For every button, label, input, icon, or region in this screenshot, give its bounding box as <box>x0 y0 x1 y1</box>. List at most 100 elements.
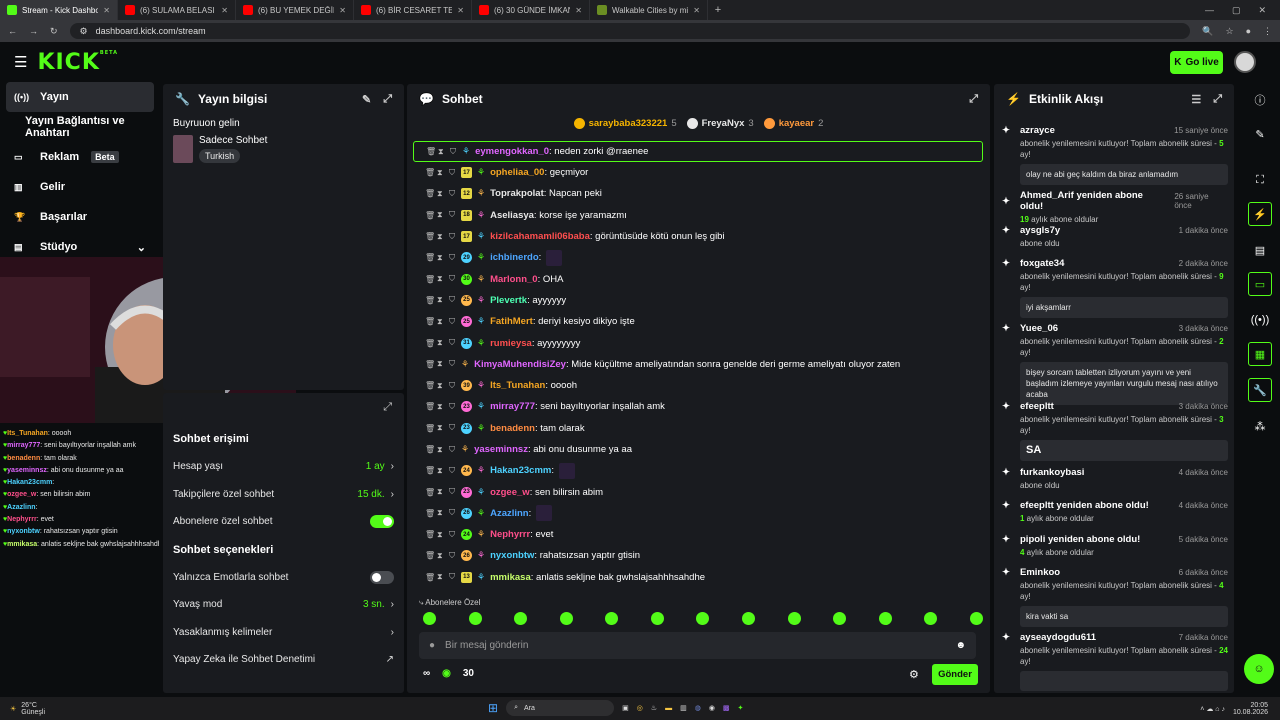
filter-icon[interactable]: ☰ <box>1191 93 1201 106</box>
emote-icon[interactable] <box>969 612 983 625</box>
ban-icon[interactable]: ⛉ <box>449 210 456 220</box>
nav-item-4[interactable]: 🏆 Başarılar <box>0 202 160 232</box>
delete-icon[interactable]: 🗑 <box>425 402 435 411</box>
emote-icon[interactable] <box>924 612 938 625</box>
chat-username[interactable]: mirray777 <box>490 401 535 412</box>
chat-username[interactable]: Its_Tunahan <box>490 380 545 391</box>
delete-icon[interactable]: 🗑 <box>425 253 435 262</box>
ban-icon[interactable]: ⛉ <box>450 147 457 157</box>
chat-message[interactable]: 🗑 ⧗ ⛉ 26 ⚘ nyxonbtw: rahatsızsan yaptır gtisi… <box>413 545 983 566</box>
delete-icon[interactable]: 🗑 <box>426 147 436 156</box>
tab-close-icon[interactable]: ✕ <box>339 6 346 15</box>
discord-icon[interactable]: ◍ <box>695 704 701 712</box>
chat-message[interactable]: 🗑 ⧗ ⛉ 23 ⚘ ozgee_w: sen bilirsin abim <box>413 481 983 502</box>
browser-tab[interactable]: (6) BU YEMEK DEĞİL ADETA ŞÖ ✕ <box>236 0 354 20</box>
setting-row[interactable]: Yapay Zeka ile Sohbet Denetimi ↗ <box>163 646 404 674</box>
delete-icon[interactable]: 🗑 <box>425 275 435 284</box>
chat-username[interactable]: Marlonn_0 <box>490 274 538 285</box>
hamburger-menu-icon[interactable]: ☰ <box>14 53 27 71</box>
chat-message[interactable]: 🗑 ⧗ ⛉ 23 ⚘ benadenn: tam olarak <box>413 418 983 439</box>
chat-username[interactable]: Azazlinn <box>490 508 529 519</box>
setting-row[interactable]: Hesap yaşı 1 ay › <box>163 453 404 481</box>
browser-tab[interactable]: (6) BİR CESARET TESTİ NASIL Fİ ✕ <box>354 0 472 20</box>
settings-gear-icon[interactable]: ⚙ <box>909 668 919 681</box>
popout-icon[interactable]: ⤢ <box>383 401 392 414</box>
ban-icon[interactable]: ⛉ <box>449 253 456 263</box>
chat-username[interactable]: Hakan23cmm <box>490 465 551 476</box>
delete-icon[interactable]: 🗑 <box>425 445 435 454</box>
chat-username[interactable]: mmikasa <box>490 572 531 583</box>
emoji-icon[interactable]: ☻ <box>955 640 966 651</box>
chat-message[interactable]: 🗑 ⧗ ⛉ 24 ⚘ Nephyrrr: evet <box>413 524 983 545</box>
timeout-icon[interactable]: ⧗ <box>437 551 444 561</box>
obs-icon[interactable]: ◉ <box>709 704 715 712</box>
timeout-icon[interactable]: ⧗ <box>437 210 444 220</box>
windows-start-icon[interactable]: ⊞ <box>488 701 498 715</box>
chat-username[interactable]: Plevertk <box>490 295 527 306</box>
chat-message[interactable]: 🗑 ⧗ ⛉ 12 ⚘ Toprakpolat: Napcan peki <box>413 183 983 204</box>
crop-icon[interactable]: ⛶ <box>1248 168 1272 192</box>
chat-message[interactable]: 🗑 ⧗ ⛉ 17 ⚘ opheliaa_00: geçmiyor <box>413 162 983 183</box>
setting-row[interactable]: Takipçilere özel sohbet 15 dk. › <box>163 481 404 509</box>
timeout-icon[interactable]: ⧗ <box>437 338 444 348</box>
tab-close-icon[interactable]: ✕ <box>457 6 464 15</box>
activity-item[interactable]: ✦ ayseaydogdu611 7 dakika önce abonelik yen… <box>1002 632 1228 691</box>
nav-item-1[interactable]: Yayın Bağlantısı ve Anahtarı <box>0 112 160 142</box>
timeout-icon[interactable]: ⧗ <box>437 572 444 582</box>
delete-icon[interactable]: 🗑 <box>425 232 435 241</box>
nav-item-0[interactable]: ((•)) Yayın <box>6 82 154 112</box>
chat-username[interactable]: ichbinerdo <box>490 252 539 263</box>
kick-app-icon[interactable]: ✦ <box>738 704 744 712</box>
ban-icon[interactable]: ⛉ <box>449 232 456 242</box>
chat-message[interactable]: 🗑 ⧗ ⛉ 18 ⚘ Aseliasya: korse işe yaramazmı <box>413 205 983 226</box>
forward-icon[interactable]: → <box>29 26 38 36</box>
tab-close-icon[interactable]: ✕ <box>103 6 110 15</box>
toggle-switch[interactable] <box>370 515 394 529</box>
timeout-icon[interactable]: ⧗ <box>437 402 444 412</box>
timeout-icon[interactable]: ⧗ <box>437 508 444 518</box>
gifter-chip[interactable]: kayaear 2 <box>763 118 823 129</box>
toggle-switch[interactable] <box>370 570 394 584</box>
chat-message[interactable]: 🗑 ⧗ ⛉ 17 ⚘ kizilcahamamli06baba: görüntüsüde … <box>413 226 983 247</box>
delete-icon[interactable]: 🗑 <box>425 573 435 582</box>
ban-icon[interactable]: ⛉ <box>449 423 456 433</box>
tab-close-icon[interactable]: ✕ <box>575 6 582 15</box>
activity-item[interactable]: ✦ Eminkoo 6 dakika önce abonelik yenilemesi… <box>1002 567 1228 627</box>
timeout-icon[interactable]: ⧗ <box>437 274 444 284</box>
document-icon[interactable]: ▤ <box>1248 238 1272 262</box>
emote-icon[interactable] <box>650 612 664 625</box>
chat-message[interactable]: 🗑 ⧗ ⛉ 24 ⚘ Hakan23cmm: <box>413 460 983 481</box>
ban-icon[interactable]: ⛉ <box>449 402 456 412</box>
delete-icon[interactable]: 🗑 <box>425 381 435 390</box>
app-icon[interactable]: ▥ <box>680 704 687 712</box>
activity-item[interactable]: ✦ aysgls7y 1 dakika önce abone oldu <box>1002 225 1228 249</box>
activity-item[interactable]: ✦ Ahmed_Arif yeniden abone oldu! 26 saniye… <box>1002 190 1228 225</box>
chat-message[interactable]: 🗑 ⧗ ⛉ 31 ⚘ rumieysa: ayyyyyyyy <box>413 332 983 353</box>
emote-icon[interactable] <box>878 612 892 625</box>
chat-username[interactable]: KimyaMuhendisiZey <box>474 359 566 370</box>
chat-username[interactable]: nyxonbtw <box>490 550 534 561</box>
profile-icon[interactable]: ● <box>1246 26 1251 36</box>
timeout-icon[interactable]: ⧗ <box>437 530 444 540</box>
delete-icon[interactable]: 🗑 <box>425 466 435 475</box>
delete-icon[interactable]: 🗑 <box>425 424 435 433</box>
emote-icon[interactable] <box>787 612 801 625</box>
delete-icon[interactable]: 🗑 <box>425 168 435 177</box>
timeout-icon[interactable]: ⧗ <box>437 445 444 455</box>
task-view-icon[interactable]: ▣ <box>622 704 629 712</box>
lightning-icon[interactable]: ⚡ <box>1248 202 1272 226</box>
timeout-icon[interactable]: ⧗ <box>437 423 444 433</box>
chat-message[interactable]: 🗑 ⧗ ⛉ 13 ⚘ mmikasa: anlatis sekljne bak gwhsl… <box>413 567 983 588</box>
maximize-icon[interactable]: ▢ <box>1232 5 1241 16</box>
ban-icon[interactable]: ⛉ <box>449 381 456 391</box>
chat-message[interactable]: 🗑 ⧗ ⛉ 23 ⚘ mirray777: seni bayıltıyorlar inşa… <box>413 396 983 417</box>
info-icon[interactable]: ⓘ <box>1248 88 1272 112</box>
delete-icon[interactable]: 🗑 <box>425 360 435 369</box>
chat-mode-icon[interactable]: ● <box>429 640 435 651</box>
ban-icon[interactable]: ⛉ <box>449 168 456 178</box>
chat-message[interactable]: 🗑 ⧗ ⛉ 30 ⚘ Marlonn_0: OHA <box>413 268 983 289</box>
chevron-down-icon[interactable]: ⌄ <box>137 241 146 254</box>
popout-icon[interactable]: ⤢ <box>1213 93 1222 106</box>
link-icon[interactable]: ∞ <box>423 668 430 679</box>
activity-item[interactable]: ✦ furkankoybasi 4 dakika önce abone oldu <box>1002 467 1228 491</box>
